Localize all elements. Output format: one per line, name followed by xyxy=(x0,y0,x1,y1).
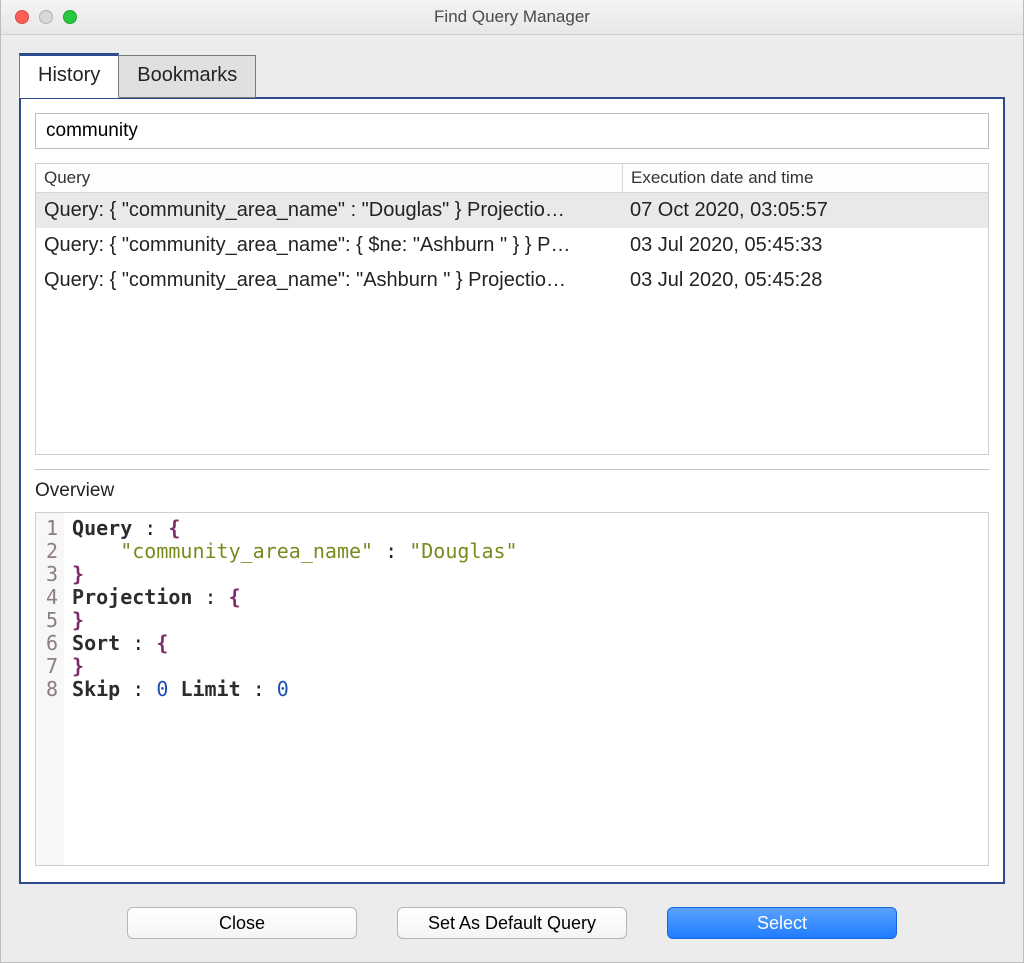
table-header: Query Execution date and time xyxy=(36,164,988,193)
column-header-query[interactable]: Query xyxy=(36,164,623,192)
tab-bar: History Bookmarks xyxy=(19,53,1005,97)
tab-bookmarks[interactable]: Bookmarks xyxy=(119,55,256,98)
overview-editor[interactable]: 1 2 3 4 5 6 7 8 Query : { "community_are… xyxy=(35,512,989,866)
table-row[interactable]: Query: { "community_area_name" : "Dougla… xyxy=(36,193,988,228)
select-button[interactable]: Select xyxy=(667,907,897,939)
cell-query: Query: { "community_area_name": "Ashburn… xyxy=(36,267,622,294)
cell-date: 03 Jul 2020, 05:45:28 xyxy=(622,267,988,294)
cell-query: Query: { "community_area_name": { $ne: "… xyxy=(36,232,622,259)
window-controls xyxy=(1,10,77,24)
close-window-button[interactable] xyxy=(15,10,29,24)
line-gutter: 1 2 3 4 5 6 7 8 xyxy=(36,513,64,865)
titlebar: Find Query Manager xyxy=(1,0,1023,35)
tab-history[interactable]: History xyxy=(19,53,119,98)
table-row[interactable]: Query: { "community_area_name": { $ne: "… xyxy=(36,228,988,263)
overview-label: Overview xyxy=(35,480,989,502)
history-table: Query Execution date and time Query: { "… xyxy=(35,163,989,455)
table-row[interactable]: Query: { "community_area_name": "Ashburn… xyxy=(36,263,988,298)
column-header-date[interactable]: Execution date and time xyxy=(623,164,988,192)
close-button[interactable]: Close xyxy=(127,907,357,939)
cell-query: Query: { "community_area_name" : "Dougla… xyxy=(36,197,622,224)
set-default-query-button[interactable]: Set As Default Query xyxy=(397,907,627,939)
divider xyxy=(35,469,989,470)
cell-date: 07 Oct 2020, 03:05:57 xyxy=(622,197,988,224)
zoom-window-button[interactable] xyxy=(63,10,77,24)
cell-date: 03 Jul 2020, 05:45:33 xyxy=(622,232,988,259)
code-content: Query : { "community_area_name" : "Dougl… xyxy=(64,513,526,865)
window-title: Find Query Manager xyxy=(1,7,1023,27)
content-area: History Bookmarks Query Execution date a… xyxy=(1,35,1023,884)
minimize-window-button[interactable] xyxy=(39,10,53,24)
dialog-footer: Close Set As Default Query Select xyxy=(1,884,1023,962)
search-input[interactable] xyxy=(35,113,989,149)
table-body[interactable]: Query: { "community_area_name" : "Dougla… xyxy=(36,193,988,454)
window: Find Query Manager History Bookmarks Que… xyxy=(0,0,1024,963)
history-panel: Query Execution date and time Query: { "… xyxy=(19,97,1005,884)
